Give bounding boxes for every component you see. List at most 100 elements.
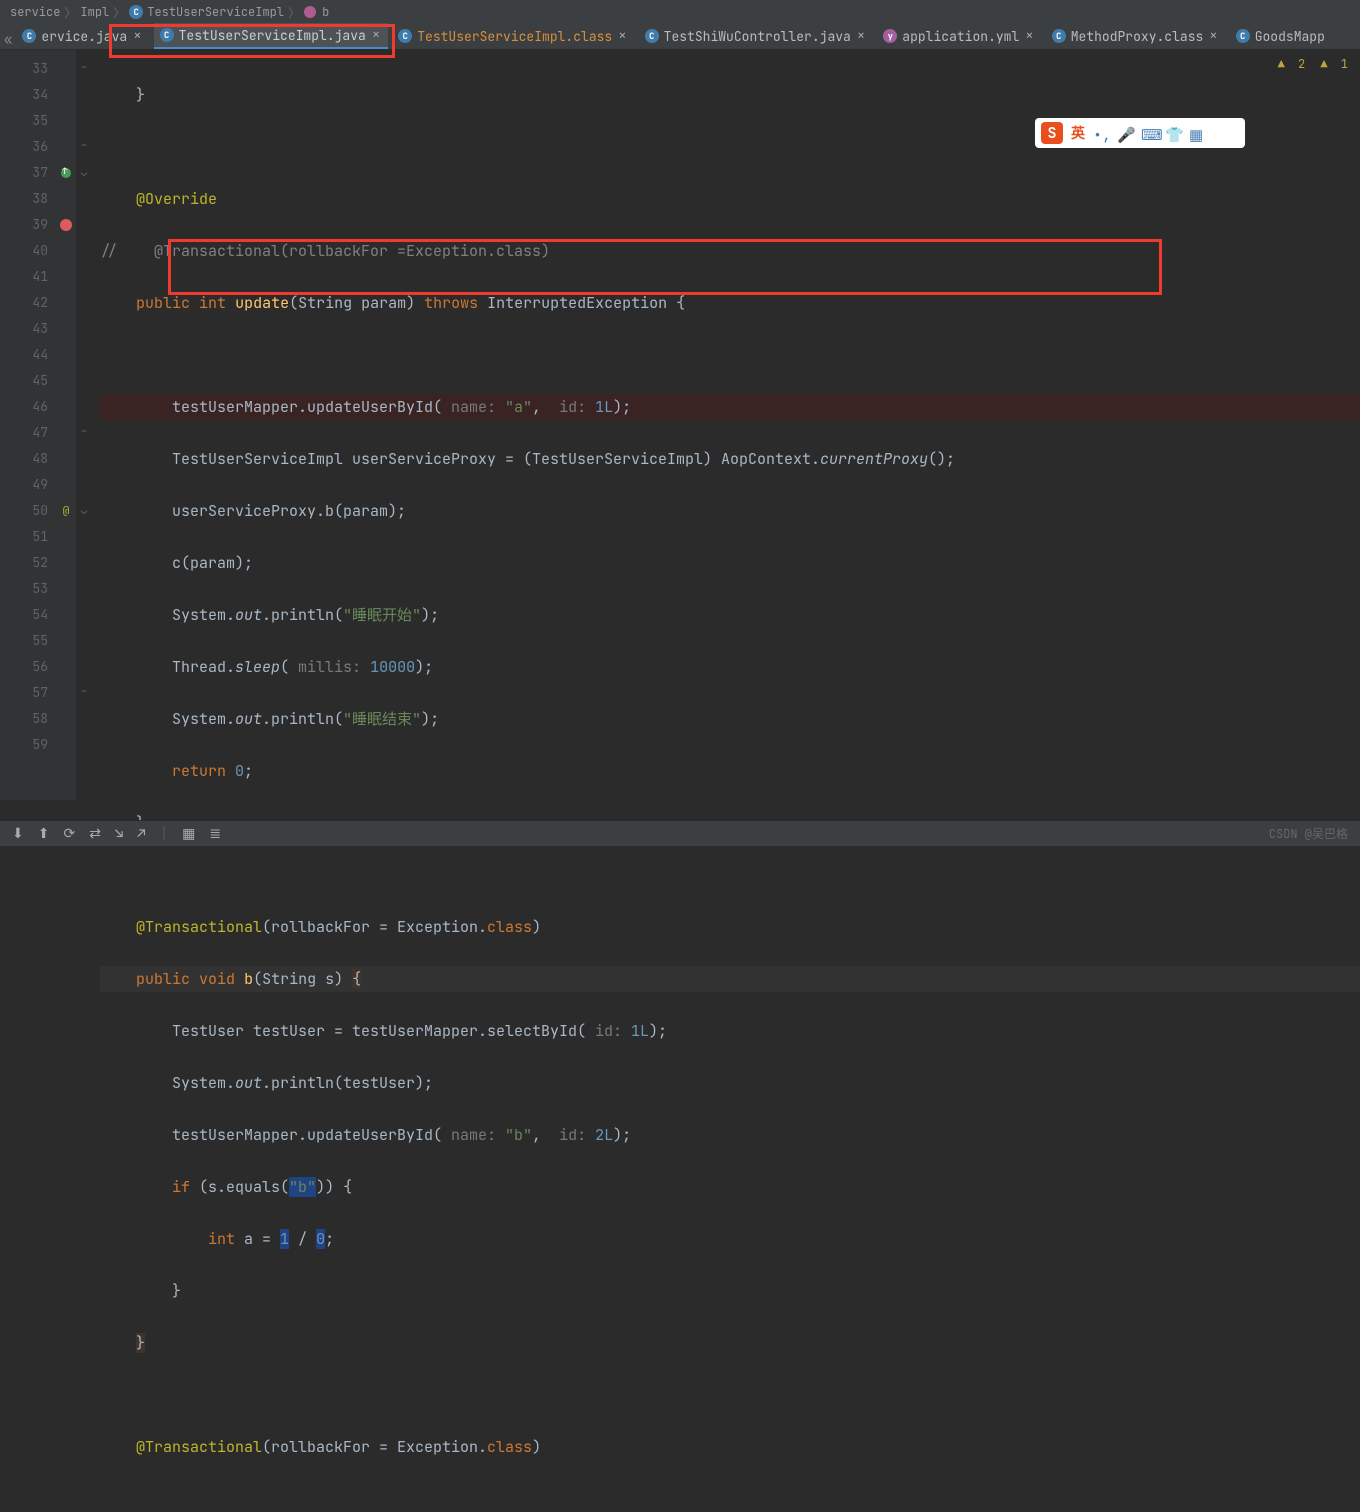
watermark: CSDN @吴巴格: [1269, 825, 1348, 842]
fold-gutter: ⌃ ⌃ ⌄ ⌃ ⌄ ⌃: [76, 50, 92, 800]
chevron-right-icon: 〉: [288, 4, 300, 21]
tab-label: TestUserServiceImpl.java: [179, 27, 366, 44]
sync-icon[interactable]: ⟳: [63, 825, 75, 843]
bc-item[interactable]: TestUserServiceImpl: [147, 4, 284, 20]
grid-icon[interactable]: ▦: [182, 825, 195, 843]
close-icon[interactable]: ×: [1209, 27, 1217, 45]
close-icon[interactable]: ×: [1025, 27, 1033, 45]
bc-item[interactable]: service: [10, 4, 60, 20]
code-line: // @Transactional(rollbackFor =Exception…: [100, 238, 1360, 264]
tab-goodsmapper[interactable]: C GoodsMapp: [1230, 23, 1333, 49]
code-line: System.out.println("睡眠开始");: [100, 602, 1360, 628]
code-line: @Override: [100, 186, 1360, 212]
code-line: }: [100, 1278, 1360, 1304]
fold-up-icon[interactable]: ⌃: [76, 420, 92, 446]
punctuation-icon[interactable]: •,: [1093, 125, 1109, 141]
code-line: testUserMapper.updateUserById( name: "b"…: [100, 1122, 1360, 1148]
warning-count: 1: [1341, 56, 1348, 72]
tab-label: TestUserServiceImpl.class: [417, 28, 612, 45]
code-line: c(param);: [100, 550, 1360, 576]
fold-up-icon[interactable]: ⌃: [76, 134, 92, 160]
ime-lang[interactable]: 英: [1071, 123, 1085, 143]
upload-icon[interactable]: ⬆: [38, 825, 50, 843]
method-icon: [304, 6, 316, 18]
chevron-right-icon: 〉: [113, 4, 125, 21]
statusbar: ⬇ ⬆ ⟳ ⇄ ↘ ↗ | ▦ ≣ CSDN @吴巴格: [0, 820, 1360, 846]
line-numbers: 3334353637383940414243444546474849505152…: [0, 50, 56, 800]
code-line: testUserMapper.updateUserById( name: "a"…: [100, 394, 1360, 420]
tab-label: TestShiWuController.java: [664, 28, 851, 45]
bc-item[interactable]: Impl: [80, 4, 109, 20]
code-line: public int update(String param) throws I…: [100, 290, 1360, 316]
tab-testuserserviceimpl-class[interactable]: C TestUserServiceImpl.class ×: [392, 23, 634, 49]
keyboard-icon[interactable]: ⌨: [1141, 125, 1157, 141]
ime-toolbar[interactable]: S 英 •, 🎤 ⌨ 👕 ▦: [1035, 118, 1245, 148]
close-icon[interactable]: ×: [857, 27, 865, 45]
code-line: userServiceProxy.b(param);: [100, 498, 1360, 524]
code-content[interactable]: } @Override // @Transactional(rollbackFo…: [92, 50, 1360, 800]
java-class-icon: C: [160, 28, 174, 42]
override-icon[interactable]: [61, 168, 71, 178]
class-icon: C: [129, 5, 143, 19]
code-line: return 0;: [100, 758, 1360, 784]
annotation-icon[interactable]: @: [63, 504, 70, 518]
inspection-warnings[interactable]: ▲ 2 ▲ 1: [1278, 56, 1348, 72]
warning-count: 2: [1298, 56, 1305, 72]
fold-down-icon[interactable]: ⌄: [76, 498, 92, 524]
tab-application-yml[interactable]: y application.yml ×: [877, 23, 1041, 49]
code-editor[interactable]: 3334353637383940414243444546474849505152…: [0, 50, 1360, 800]
code-line: Thread.sleep( millis: 10000);: [100, 654, 1360, 680]
tab-methodproxy-class[interactable]: CMethodProxy.class×: [1046, 23, 1226, 49]
skin-icon[interactable]: 👕: [1165, 125, 1181, 141]
code-line: System.out.println(testUser);: [100, 1070, 1360, 1096]
yaml-icon: y: [883, 29, 897, 43]
bc-item[interactable]: b: [322, 4, 329, 20]
java-class-icon: C: [645, 29, 659, 43]
download-icon[interactable]: ⬇: [12, 825, 24, 843]
breakpoint-icon[interactable]: [60, 219, 72, 231]
warning-icon: ▲: [1320, 56, 1327, 72]
code-line: TestUserServiceImpl userServiceProxy = (…: [100, 446, 1360, 472]
tab-testshiwucontroller-java[interactable]: C TestShiWuController.java ×: [639, 23, 874, 49]
compare-icon[interactable]: ⇄: [89, 825, 101, 843]
editor-tabs: « Cervice.java × C TestUserServiceImpl.jav…: [0, 24, 1360, 50]
list-icon[interactable]: ≣: [209, 825, 221, 843]
fold-down-icon[interactable]: ⌄: [76, 160, 92, 186]
sogou-logo-icon[interactable]: S: [1041, 122, 1063, 144]
tab-label: ervice.java: [41, 28, 127, 45]
fold-up-icon[interactable]: ⌃: [76, 680, 92, 706]
gutter-marks: @: [56, 50, 76, 800]
java-class-icon: C: [1236, 29, 1250, 43]
code-line: public void b(String s) {: [100, 966, 1360, 992]
java-class-icon: C: [398, 29, 412, 43]
mic-icon[interactable]: 🎤: [1117, 125, 1133, 141]
breadcrumb: service 〉 Impl 〉 C TestUserServiceImpl 〉…: [0, 0, 1360, 24]
tab-label: MethodProxy.class: [1071, 28, 1204, 45]
java-class-icon: C: [22, 29, 36, 43]
code-line: int a = 1 / 0;: [100, 1226, 1360, 1252]
grid-icon[interactable]: ▦: [1189, 125, 1205, 141]
chevron-right-icon: 〉: [64, 4, 76, 21]
code-line: System.out.println("睡眠结束");: [100, 706, 1360, 732]
code-line: }: [100, 1330, 1360, 1356]
code-line: [100, 1382, 1360, 1408]
code-line: if (s.equals("b")) {: [100, 1174, 1360, 1200]
tab-ervice-java[interactable]: Cervice.java ×: [16, 23, 149, 49]
warning-icon: ▲: [1278, 56, 1285, 72]
tab-label: application.yml: [902, 28, 1019, 45]
code-line: [100, 342, 1360, 368]
code-line: }: [100, 82, 1360, 108]
tab-testuserserviceimpl-java[interactable]: C TestUserServiceImpl.java ×: [154, 23, 389, 49]
fold-up-icon[interactable]: ⌃: [76, 56, 92, 82]
branch-up-icon[interactable]: ↗: [137, 825, 145, 843]
branch-down-icon[interactable]: ↘: [115, 825, 123, 843]
tab-label: GoodsMapp: [1255, 28, 1325, 45]
code-line: @Transactional(rollbackFor = Exception.c…: [100, 1434, 1360, 1460]
close-icon[interactable]: ×: [133, 27, 141, 45]
code-line: TestUser testUser = testUserMapper.selec…: [100, 1018, 1360, 1044]
scroll-left-icon[interactable]: «: [0, 31, 16, 49]
close-icon[interactable]: ×: [618, 27, 626, 45]
code-line: [100, 862, 1360, 888]
code-line: @Transactional(rollbackFor = Exception.c…: [100, 914, 1360, 940]
close-icon[interactable]: ×: [372, 26, 380, 44]
